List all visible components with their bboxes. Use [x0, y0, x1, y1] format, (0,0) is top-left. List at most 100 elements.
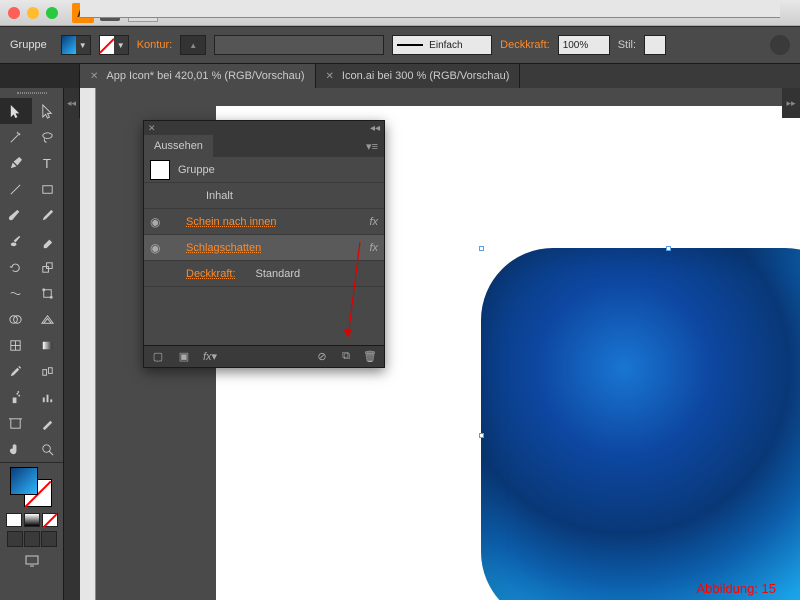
visibility-eye-icon[interactable]: ◉	[150, 241, 164, 255]
panel-header[interactable]: ✕ ◂◂	[144, 121, 384, 135]
artboard-tool[interactable]	[0, 410, 32, 436]
stroke-weight-input[interactable]: ▲	[180, 35, 206, 55]
figure-caption: Abbildung: 15	[696, 581, 776, 596]
new-stroke-icon[interactable]: ▢	[150, 350, 166, 364]
fill-stroke-indicator[interactable]	[0, 463, 63, 511]
opacity-value: Standard	[256, 268, 301, 280]
traffic-lights	[8, 7, 58, 19]
appearance-effect-row[interactable]: ◉ Schein nach innen fx	[144, 209, 384, 235]
color-mode-icon[interactable]	[6, 513, 22, 527]
svg-text:T: T	[43, 156, 51, 171]
collapse-panel-icon[interactable]: ◂◂	[370, 123, 380, 134]
clear-appearance-icon[interactable]: ⊘	[314, 350, 330, 364]
graphic-style-dropdown[interactable]	[644, 35, 666, 55]
close-tab-icon[interactable]: ✕	[326, 71, 334, 82]
screen-mode-icon[interactable]	[0, 549, 63, 573]
pen-tool[interactable]	[0, 150, 32, 176]
symbol-sprayer-tool[interactable]	[0, 384, 32, 410]
visibility-eye-icon[interactable]: ◉	[150, 215, 164, 229]
scale-tool[interactable]	[32, 254, 64, 280]
panel-footer: ▢ ▣ fx▾ ⊘ ⧉ 🗑	[144, 345, 384, 367]
column-graph-tool[interactable]	[32, 384, 64, 410]
pencil-tool[interactable]	[32, 202, 64, 228]
free-transform-tool[interactable]	[32, 280, 64, 306]
horizontal-ruler[interactable]	[80, 0, 780, 18]
eyedropper-tool[interactable]	[0, 358, 32, 384]
close-window-icon[interactable]	[8, 7, 20, 19]
paintbrush-tool[interactable]	[0, 202, 32, 228]
appearance-contents-row[interactable]: Inhalt	[144, 183, 384, 209]
style-label: Stil:	[618, 39, 636, 51]
document-tab[interactable]: ✕ Icon.ai bei 300 % (RGB/Vorschau)	[316, 64, 521, 88]
shape-builder-tool[interactable]	[0, 306, 32, 332]
none-mode-icon[interactable]	[42, 513, 58, 527]
close-panel-icon[interactable]: ✕	[148, 123, 156, 134]
panel-menu-icon[interactable]: ▾≡	[360, 135, 384, 157]
appearance-opacity-row[interactable]: Deckkraft: Standard	[144, 261, 384, 287]
gradient-tool[interactable]	[32, 332, 64, 358]
gradient-mode-icon[interactable]	[24, 513, 40, 527]
selection-handle[interactable]	[479, 246, 484, 251]
tab-label: Icon.ai bei 300 % (RGB/Vorschau)	[342, 70, 510, 82]
selection-handle[interactable]	[666, 246, 671, 251]
mesh-tool[interactable]	[0, 332, 32, 358]
panel-grip[interactable]	[0, 88, 63, 98]
direct-selection-tool[interactable]	[32, 98, 64, 124]
zoom-tool[interactable]	[32, 436, 64, 462]
perspective-grid-tool[interactable]	[32, 306, 64, 332]
zoom-window-icon[interactable]	[46, 7, 58, 19]
appearance-target-row[interactable]: Gruppe	[144, 157, 384, 183]
contents-label: Inhalt	[172, 190, 233, 202]
width-tool[interactable]	[0, 280, 32, 306]
slice-tool[interactable]	[32, 410, 64, 436]
document-tab[interactable]: ✕ App Icon* bei 420,01 % (RGB/Vorschau)	[80, 64, 316, 88]
drop-shadow-effect[interactable]: Schlagschatten	[186, 242, 261, 254]
opacity-input[interactable]: 100%	[558, 35, 610, 55]
draw-behind-icon[interactable]	[24, 531, 40, 547]
rotate-tool[interactable]	[0, 254, 32, 280]
fx-badge-icon: fx	[369, 242, 378, 254]
appearance-effect-row[interactable]: ◉ Schlagschatten fx	[144, 235, 384, 261]
new-fill-icon[interactable]: ▣	[176, 350, 192, 364]
stroke-swatch[interactable]: ▼	[99, 35, 129, 55]
brush-definition-dropdown[interactable]: Einfach	[392, 35, 492, 55]
line-tool[interactable]	[0, 176, 32, 202]
close-tab-icon[interactable]: ✕	[90, 71, 98, 82]
app-icon-artwork[interactable]	[481, 248, 800, 600]
target-label: Gruppe	[178, 164, 215, 176]
document-tab-bar: ✕ App Icon* bei 420,01 % (RGB/Vorschau) …	[0, 64, 800, 88]
tab-label: App Icon* bei 420,01 % (RGB/Vorschau)	[106, 70, 304, 82]
stroke-label[interactable]: Kontur:	[137, 39, 172, 51]
stroke-profile-dropdown[interactable]	[214, 35, 384, 55]
draw-inside-icon[interactable]	[41, 531, 57, 547]
duplicate-item-icon[interactable]: ⧉	[338, 350, 354, 364]
document-setup-icon[interactable]	[770, 35, 790, 55]
collapse-panel-icon[interactable]: ◂◂	[64, 88, 80, 118]
fill-swatch[interactable]: ▼	[61, 35, 91, 55]
lasso-tool[interactable]	[32, 124, 64, 150]
fill-indicator[interactable]	[10, 467, 38, 495]
rectangle-tool[interactable]	[32, 176, 64, 202]
hand-tool[interactable]	[0, 436, 32, 462]
type-tool[interactable]: T	[32, 150, 64, 176]
draw-normal-icon[interactable]	[7, 531, 23, 547]
selection-handle[interactable]	[479, 433, 484, 438]
blend-tool[interactable]	[32, 358, 64, 384]
blob-brush-tool[interactable]	[0, 228, 32, 254]
workspace	[0, 88, 800, 600]
add-effect-icon[interactable]: fx▾	[202, 350, 218, 364]
control-bar: Gruppe ▼ ▼ Kontur: ▲ Einfach Deckkraft: …	[0, 26, 800, 64]
minimize-window-icon[interactable]	[27, 7, 39, 19]
vertical-ruler[interactable]	[80, 88, 96, 600]
selection-tool[interactable]	[0, 98, 32, 124]
inner-glow-effect[interactable]: Schein nach innen	[186, 216, 277, 228]
opacity-label[interactable]: Deckkraft:	[500, 39, 550, 51]
panel-tab-appearance[interactable]: Aussehen	[144, 135, 213, 157]
fx-badge-icon: fx	[369, 216, 378, 228]
magic-wand-tool[interactable]	[0, 124, 32, 150]
tools-panel: T	[0, 88, 64, 600]
expand-panel-icon[interactable]: ▸▸	[782, 88, 800, 118]
eraser-tool[interactable]	[32, 228, 64, 254]
opacity-label[interactable]: Deckkraft:	[186, 268, 236, 280]
delete-item-icon[interactable]: 🗑	[362, 350, 378, 364]
